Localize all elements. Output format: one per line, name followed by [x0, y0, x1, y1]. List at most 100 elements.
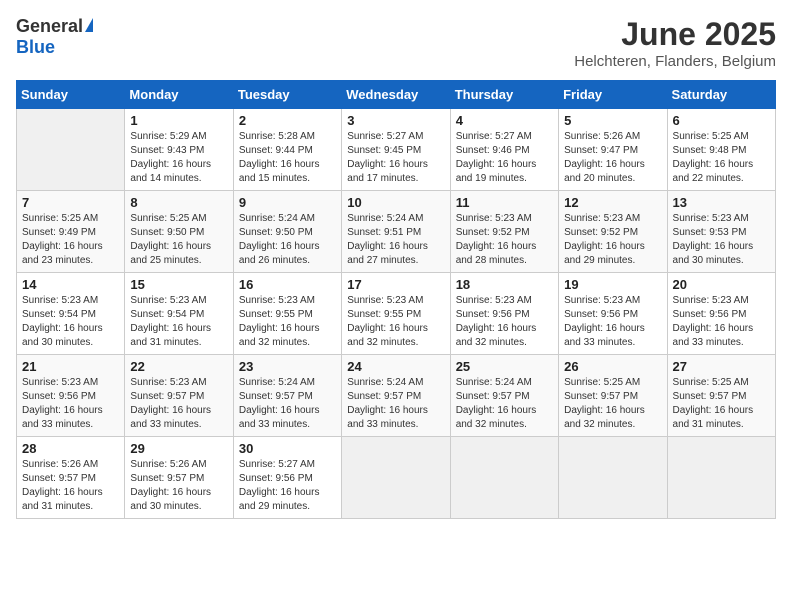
- day-info: Sunrise: 5:23 AMSunset: 9:55 PMDaylight:…: [239, 295, 320, 348]
- day-number: 24: [347, 359, 444, 374]
- col-sunday: Sunday: [17, 81, 125, 109]
- day-number: 10: [347, 195, 444, 210]
- day-info: Sunrise: 5:23 AMSunset: 9:56 PMDaylight:…: [673, 295, 754, 348]
- table-row: [342, 437, 450, 519]
- table-row: 22 Sunrise: 5:23 AMSunset: 9:57 PMDayligh…: [125, 355, 233, 437]
- day-number: 9: [239, 195, 336, 210]
- day-number: 29: [130, 441, 227, 456]
- day-info: Sunrise: 5:29 AMSunset: 9:43 PMDaylight:…: [130, 131, 211, 184]
- day-number: 19: [564, 277, 661, 292]
- day-number: 5: [564, 113, 661, 128]
- day-number: 23: [239, 359, 336, 374]
- table-row: 5 Sunrise: 5:26 AMSunset: 9:47 PMDaylight…: [559, 109, 667, 191]
- day-info: Sunrise: 5:25 AMSunset: 9:57 PMDaylight:…: [564, 377, 645, 430]
- calendar-header-row: Sunday Monday Tuesday Wednesday Thursday…: [17, 81, 776, 109]
- calendar-week-row: 1 Sunrise: 5:29 AMSunset: 9:43 PMDaylight…: [17, 109, 776, 191]
- table-row: 28 Sunrise: 5:26 AMSunset: 9:57 PMDayligh…: [17, 437, 125, 519]
- table-row: 12 Sunrise: 5:23 AMSunset: 9:52 PMDayligh…: [559, 191, 667, 273]
- table-row: 16 Sunrise: 5:23 AMSunset: 9:55 PMDayligh…: [233, 273, 341, 355]
- day-number: 28: [22, 441, 119, 456]
- day-number: 26: [564, 359, 661, 374]
- day-number: 20: [673, 277, 770, 292]
- day-info: Sunrise: 5:26 AMSunset: 9:47 PMDaylight:…: [564, 131, 645, 184]
- day-info: Sunrise: 5:25 AMSunset: 9:57 PMDaylight:…: [673, 377, 754, 430]
- day-info: Sunrise: 5:23 AMSunset: 9:56 PMDaylight:…: [22, 377, 103, 430]
- day-number: 3: [347, 113, 444, 128]
- calendar-week-row: 28 Sunrise: 5:26 AMSunset: 9:57 PMDayligh…: [17, 437, 776, 519]
- calendar-week-row: 14Sunrise: 5:23 AMSunset: 9:54 PMDayligh…: [17, 273, 776, 355]
- day-info: Sunrise: 5:25 AMSunset: 9:48 PMDaylight:…: [673, 131, 754, 184]
- logo-icon: [85, 18, 93, 32]
- day-number: 2: [239, 113, 336, 128]
- table-row: 15 Sunrise: 5:23 AMSunset: 9:54 PMDayligh…: [125, 273, 233, 355]
- day-info: Sunrise: 5:26 AMSunset: 9:57 PMDaylight:…: [22, 459, 103, 512]
- col-tuesday: Tuesday: [233, 81, 341, 109]
- day-info: Sunrise: 5:24 AMSunset: 9:57 PMDaylight:…: [239, 377, 320, 430]
- day-number: 8: [130, 195, 227, 210]
- logo: General Blue: [16, 16, 93, 58]
- calendar-title: June 2025: [574, 16, 776, 53]
- calendar-week-row: 21 Sunrise: 5:23 AMSunset: 9:56 PMDayligh…: [17, 355, 776, 437]
- day-info: Sunrise: 5:23 AMSunset: 9:52 PMDaylight:…: [564, 213, 645, 266]
- day-info: Sunrise: 5:23 AMSunset: 9:53 PMDaylight:…: [673, 213, 754, 266]
- table-row: 29 Sunrise: 5:26 AMSunset: 9:57 PMDayligh…: [125, 437, 233, 519]
- day-number: 13: [673, 195, 770, 210]
- day-number: 30: [239, 441, 336, 456]
- table-row: [667, 437, 775, 519]
- day-info: Sunrise: 5:23 AMSunset: 9:54 PMDaylight:…: [130, 295, 211, 348]
- calendar-week-row: 7 Sunrise: 5:25 AMSunset: 9:49 PMDaylight…: [17, 191, 776, 273]
- day-info: Sunrise: 5:23 AMSunset: 9:54 PMDaylight:…: [22, 295, 103, 348]
- day-number: 25: [456, 359, 553, 374]
- table-row: [17, 109, 125, 191]
- day-info: Sunrise: 5:23 AMSunset: 9:56 PMDaylight:…: [456, 295, 537, 348]
- table-row: 26 Sunrise: 5:25 AMSunset: 9:57 PMDayligh…: [559, 355, 667, 437]
- table-row: 1 Sunrise: 5:29 AMSunset: 9:43 PMDaylight…: [125, 109, 233, 191]
- day-info: Sunrise: 5:23 AMSunset: 9:52 PMDaylight:…: [456, 213, 537, 266]
- title-area: June 2025 Helchteren, Flanders, Belgium: [574, 16, 776, 70]
- day-number: 22: [130, 359, 227, 374]
- day-info: Sunrise: 5:26 AMSunset: 9:57 PMDaylight:…: [130, 459, 211, 512]
- table-row: 24 Sunrise: 5:24 AMSunset: 9:57 PMDayligh…: [342, 355, 450, 437]
- table-row: 27 Sunrise: 5:25 AMSunset: 9:57 PMDayligh…: [667, 355, 775, 437]
- day-info: Sunrise: 5:27 AMSunset: 9:46 PMDaylight:…: [456, 131, 537, 184]
- day-info: Sunrise: 5:27 AMSunset: 9:45 PMDaylight:…: [347, 131, 428, 184]
- table-row: 2Sunrise: 5:28 AMSunset: 9:44 PMDaylight…: [233, 109, 341, 191]
- col-friday: Friday: [559, 81, 667, 109]
- col-thursday: Thursday: [450, 81, 558, 109]
- table-row: 19 Sunrise: 5:23 AMSunset: 9:56 PMDayligh…: [559, 273, 667, 355]
- table-row: [450, 437, 558, 519]
- calendar-subtitle: Helchteren, Flanders, Belgium: [574, 53, 776, 70]
- col-wednesday: Wednesday: [342, 81, 450, 109]
- table-row: 13 Sunrise: 5:23 AMSunset: 9:53 PMDayligh…: [667, 191, 775, 273]
- table-row: 9 Sunrise: 5:24 AMSunset: 9:50 PMDaylight…: [233, 191, 341, 273]
- table-row: 7 Sunrise: 5:25 AMSunset: 9:49 PMDaylight…: [17, 191, 125, 273]
- table-row: 10 Sunrise: 5:24 AMSunset: 9:51 PMDayligh…: [342, 191, 450, 273]
- day-info: Sunrise: 5:23 AMSunset: 9:56 PMDaylight:…: [564, 295, 645, 348]
- day-number: 15: [130, 277, 227, 292]
- day-info: Sunrise: 5:27 AMSunset: 9:56 PMDaylight:…: [239, 459, 320, 512]
- table-row: [559, 437, 667, 519]
- calendar-table: Sunday Monday Tuesday Wednesday Thursday…: [16, 80, 776, 519]
- day-number: 12: [564, 195, 661, 210]
- day-number: 7: [22, 195, 119, 210]
- day-number: 16: [239, 277, 336, 292]
- table-row: 25Sunrise: 5:24 AMSunset: 9:57 PMDayligh…: [450, 355, 558, 437]
- table-row: 8Sunrise: 5:25 AMSunset: 9:50 PMDaylight…: [125, 191, 233, 273]
- day-number: 1: [130, 113, 227, 128]
- day-info: Sunrise: 5:24 AMSunset: 9:51 PMDaylight:…: [347, 213, 428, 266]
- day-info: Sunrise: 5:24 AMSunset: 9:57 PMDaylight:…: [347, 377, 428, 430]
- day-info: Sunrise: 5:25 AMSunset: 9:49 PMDaylight:…: [22, 213, 103, 266]
- col-saturday: Saturday: [667, 81, 775, 109]
- day-info: Sunrise: 5:23 AMSunset: 9:57 PMDaylight:…: [130, 377, 211, 430]
- day-number: 27: [673, 359, 770, 374]
- header: General Blue June 2025 Helchteren, Fland…: [16, 16, 776, 70]
- table-row: 23 Sunrise: 5:24 AMSunset: 9:57 PMDayligh…: [233, 355, 341, 437]
- table-row: 21 Sunrise: 5:23 AMSunset: 9:56 PMDayligh…: [17, 355, 125, 437]
- table-row: 30 Sunrise: 5:27 AMSunset: 9:56 PMDayligh…: [233, 437, 341, 519]
- day-number: 17: [347, 277, 444, 292]
- day-number: 18: [456, 277, 553, 292]
- day-number: 21: [22, 359, 119, 374]
- day-info: Sunrise: 5:24 AMSunset: 9:50 PMDaylight:…: [239, 213, 320, 266]
- table-row: 11Sunrise: 5:23 AMSunset: 9:52 PMDayligh…: [450, 191, 558, 273]
- day-number: 6: [673, 113, 770, 128]
